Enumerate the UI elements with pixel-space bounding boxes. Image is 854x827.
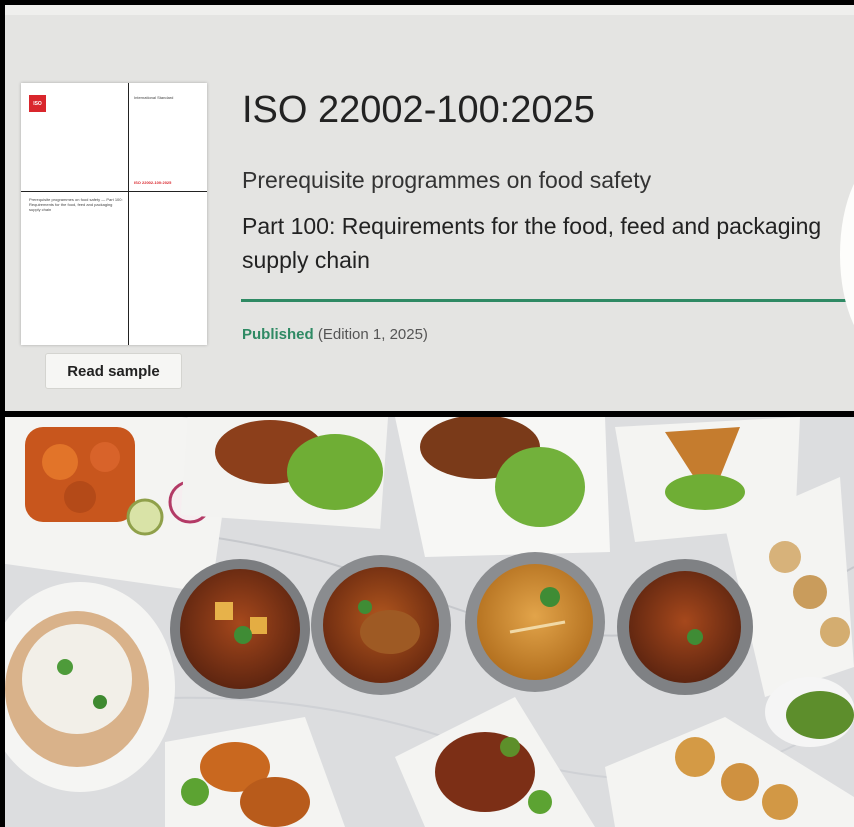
standard-header-panel: ISO International Standard ISO 22002-100… [5,5,854,411]
lamb-curry-bowl [617,559,753,695]
iso-logo-icon: ISO [29,95,46,112]
standard-cover-thumbnail[interactable]: ISO International Standard ISO 22002-100… [21,83,207,345]
title-underline [241,299,851,302]
top-strip [5,5,854,15]
status-badge: Published [242,326,314,343]
cover-doc-number: ISO 22002-100:2025 [134,180,172,185]
cover-description: Prerequisite programmes on food safety —… [29,197,123,212]
paneer-curry-bowl [170,559,310,699]
cover-doc-type: International Standard [134,95,174,100]
read-sample-button[interactable]: Read sample [45,353,182,389]
kebab-paper-plate [395,417,610,557]
food-platters-image [5,417,854,827]
fried-chicken-plate [180,417,389,529]
green-chutney-boat [765,677,854,747]
cover-divider-vertical [128,83,129,345]
cover-divider-horizontal [21,191,207,192]
standard-part-title: Part 100: Requirements for the food, fee… [242,213,822,273]
chicken-curry-bowl [311,555,451,695]
standard-code-title: ISO 22002-100:2025 [242,89,595,131]
biryani-bowl [465,552,605,692]
publication-status: Published (Edition 1, 2025) [242,326,428,343]
food-photo-illustration [5,417,854,827]
standard-subtitle: Prerequisite programmes on food safety [242,167,652,193]
decorative-circle [840,157,854,352]
edition-label: (Edition 1, 2025) [317,326,428,343]
